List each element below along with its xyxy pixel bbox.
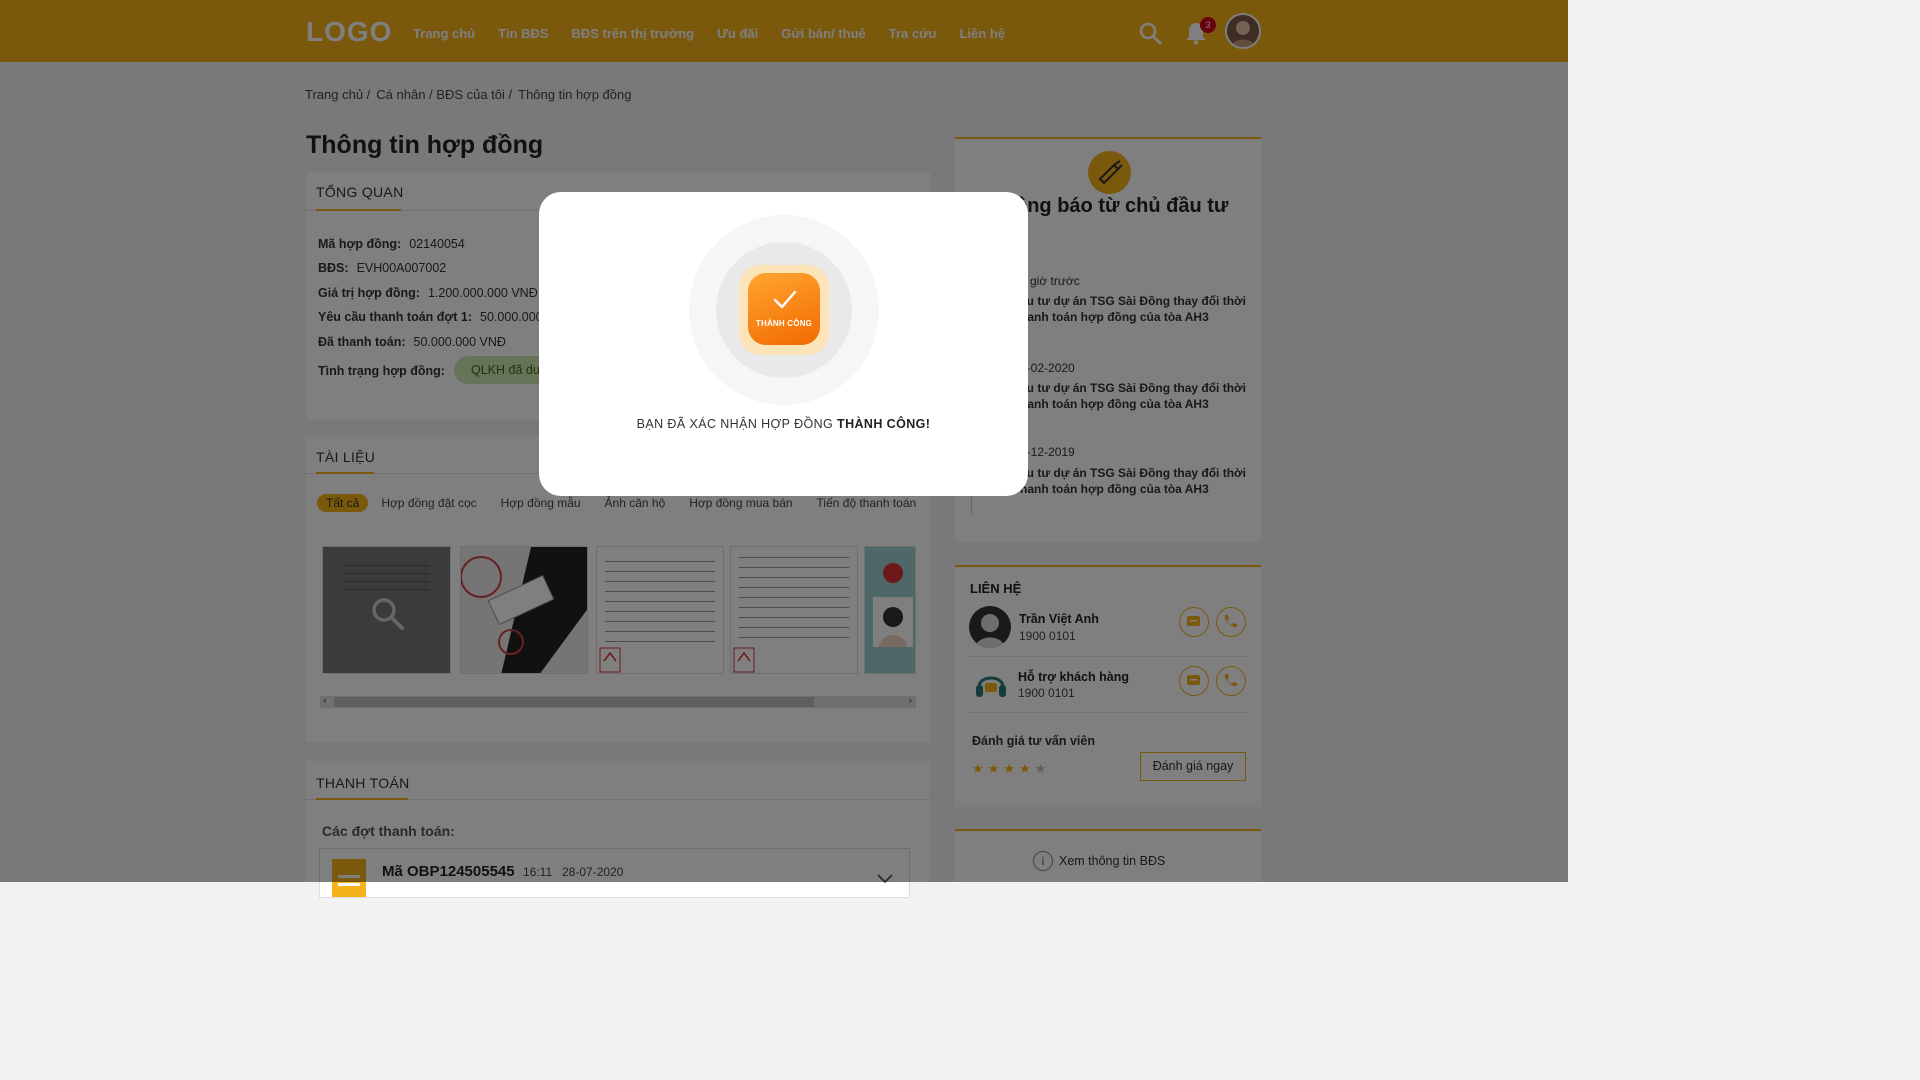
- success-modal: THÀNH CÔNG BẠN ĐÃ XÁC NHẬN HỢP ĐỒNG THÀN…: [539, 192, 1028, 496]
- success-badge-text: THÀNH CÔNG: [755, 319, 813, 328]
- checkmark-icon: [773, 290, 797, 309]
- success-message: BẠN ĐÃ XÁC NHẬN HỢP ĐỒNG THÀNH CÔNG!: [636, 417, 931, 431]
- success-badge: THÀNH CÔNG: [748, 273, 820, 345]
